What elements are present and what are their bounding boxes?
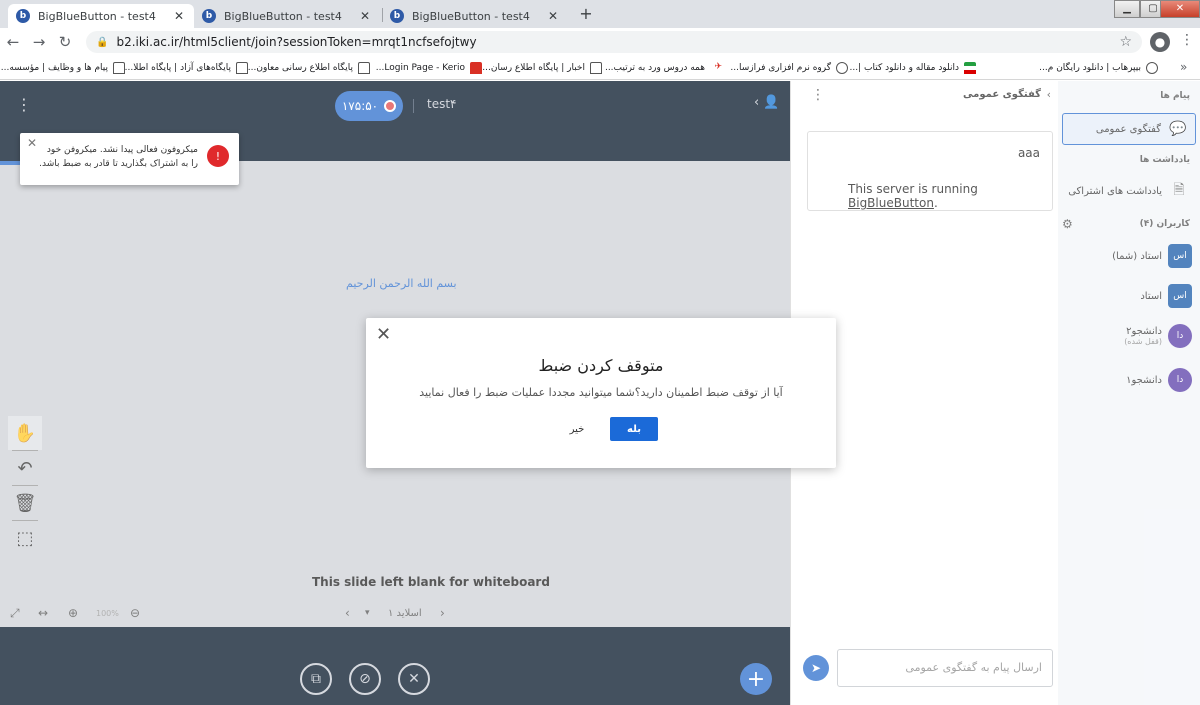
url-input[interactable]: 🔒 b2.iki.ac.ir/html5client/join?sessionT… <box>86 31 1142 53</box>
browser-menu-icon[interactable]: ⋮ <box>1180 32 1194 48</box>
tab-strip: b BigBlueButton - test4 ✕ b BigBlueButto… <box>0 0 1200 28</box>
bigbluebutton-icon: b <box>390 9 404 23</box>
bookmark-label: گروه نرم افزاری فرازسا... <box>730 63 831 73</box>
close-icon[interactable]: ✕ <box>27 136 37 150</box>
bigbluebutton-icon: b <box>16 9 30 23</box>
confirm-button[interactable]: بله <box>610 417 658 441</box>
bookmark-item[interactable]: ✈ همه دروس ورد به ترتیب... <box>605 60 722 76</box>
bookmark-star-icon[interactable]: ☆ <box>1119 34 1132 50</box>
back-icon[interactable]: ← <box>0 33 26 51</box>
address-bar: ← → ↻ 🔒 b2.iki.ac.ir/html5client/join?se… <box>0 28 1200 56</box>
cancel-button[interactable]: خیر <box>562 417 592 441</box>
shield-icon <box>470 62 482 74</box>
bookmark-label: اخبار | پایگاه اطلاع رسان... <box>482 63 585 73</box>
bookmark-label: پایگاه اطلاع رسانی معاون... <box>247 63 353 73</box>
forward-icon[interactable]: → <box>26 33 52 51</box>
close-icon[interactable]: ✕ <box>358 9 372 23</box>
browser-tab[interactable]: b BigBlueButton - test4 ✕ <box>8 4 194 28</box>
bookmark-item[interactable]: پایگاه اطلاع رسانی معاون... <box>248 60 370 76</box>
page-icon <box>590 62 602 74</box>
bookmark-item[interactable]: گروه نرم افزاری فرازسا... <box>730 60 848 76</box>
profile-avatar[interactable]: ● <box>1150 32 1170 52</box>
bookmark-item[interactable]: پیام ها و وظایف | مؤسسه... <box>1 60 125 76</box>
close-icon[interactable]: ✕ <box>172 9 186 23</box>
stop-recording-modal: ✕ متوقف کردن ضبط آیا از توقف ضبط اطمینان… <box>366 318 836 468</box>
bookmark-item[interactable]: Login Page - Kerio... <box>376 60 482 76</box>
flag-icon <box>964 62 976 74</box>
modal-description: آیا از توقف ضبط اطمینان دارید؟شما میتوان… <box>419 386 783 399</box>
page-icon <box>358 62 370 74</box>
globe-icon <box>836 62 848 74</box>
bookmark-label: همه دروس ورد به ترتیب... <box>604 63 705 73</box>
bookmark-label: Login Page - Kerio... <box>375 63 465 73</box>
bookmark-label: بیپرهاب | دانلود رایگان م... <box>1039 63 1141 73</box>
bigbluebutton-icon: b <box>202 9 216 23</box>
new-tab-button[interactable]: + <box>576 4 596 24</box>
lock-icon: 🔒 <box>96 36 109 48</box>
close-icon[interactable]: ✕ <box>546 9 560 23</box>
page-icon <box>113 62 125 74</box>
window-close-button[interactable]: ✕ <box>1160 0 1200 18</box>
tab-title: BigBlueButton - test4 <box>224 9 342 23</box>
reload-icon[interactable]: ↻ <box>52 33 78 51</box>
more-bookmarks-icon[interactable]: » <box>1180 60 1187 74</box>
close-icon[interactable]: ✕ <box>376 324 391 345</box>
toast-message: میکروفون فعالی پیدا نشد. میکروفن خود را … <box>39 145 198 169</box>
page-icon <box>236 62 248 74</box>
microphone-toast: ✕ میکروفون فعالی پیدا نشد. میکروفن خود ر… <box>20 133 239 185</box>
globe-icon <box>1146 62 1158 74</box>
bookmark-item[interactable]: دانلود مقاله و دانلود کتاب |... <box>850 60 976 76</box>
bookmark-item[interactable]: پایگاه‌های آزاد | پایگاه اطلا... <box>125 60 248 76</box>
bookmark-label: دانلود مقاله و دانلود کتاب |... <box>849 63 959 73</box>
bookmark-label: پایگاه‌های آزاد | پایگاه اطلا... <box>124 63 231 73</box>
browser-tab[interactable]: b BigBlueButton - test4 ✕ <box>382 4 568 28</box>
globe-icon: ✈ <box>714 62 722 72</box>
browser-tab[interactable]: b BigBlueButton - test4 ✕ <box>194 4 380 28</box>
tab-title: BigBlueButton - test4 <box>412 9 530 23</box>
bookmark-item[interactable]: اخبار | پایگاه اطلاع رسان... <box>482 60 602 76</box>
bookmarks-bar: بیپرهاب | دانلود رایگان م... دانلود مقال… <box>0 56 1200 80</box>
alert-icon: ! <box>207 145 229 167</box>
bookmark-item[interactable]: بیپرهاب | دانلود رایگان م... <box>1039 60 1158 76</box>
modal-title: متوقف کردن ضبط <box>538 356 664 375</box>
url-text: b2.iki.ac.ir/html5client/join?sessionTok… <box>116 35 477 49</box>
minimize-button[interactable]: ▁ <box>1114 0 1140 18</box>
bookmark-label: پیام ها و وظایف | مؤسسه... <box>0 63 108 73</box>
tab-title: BigBlueButton - test4 <box>38 9 156 23</box>
